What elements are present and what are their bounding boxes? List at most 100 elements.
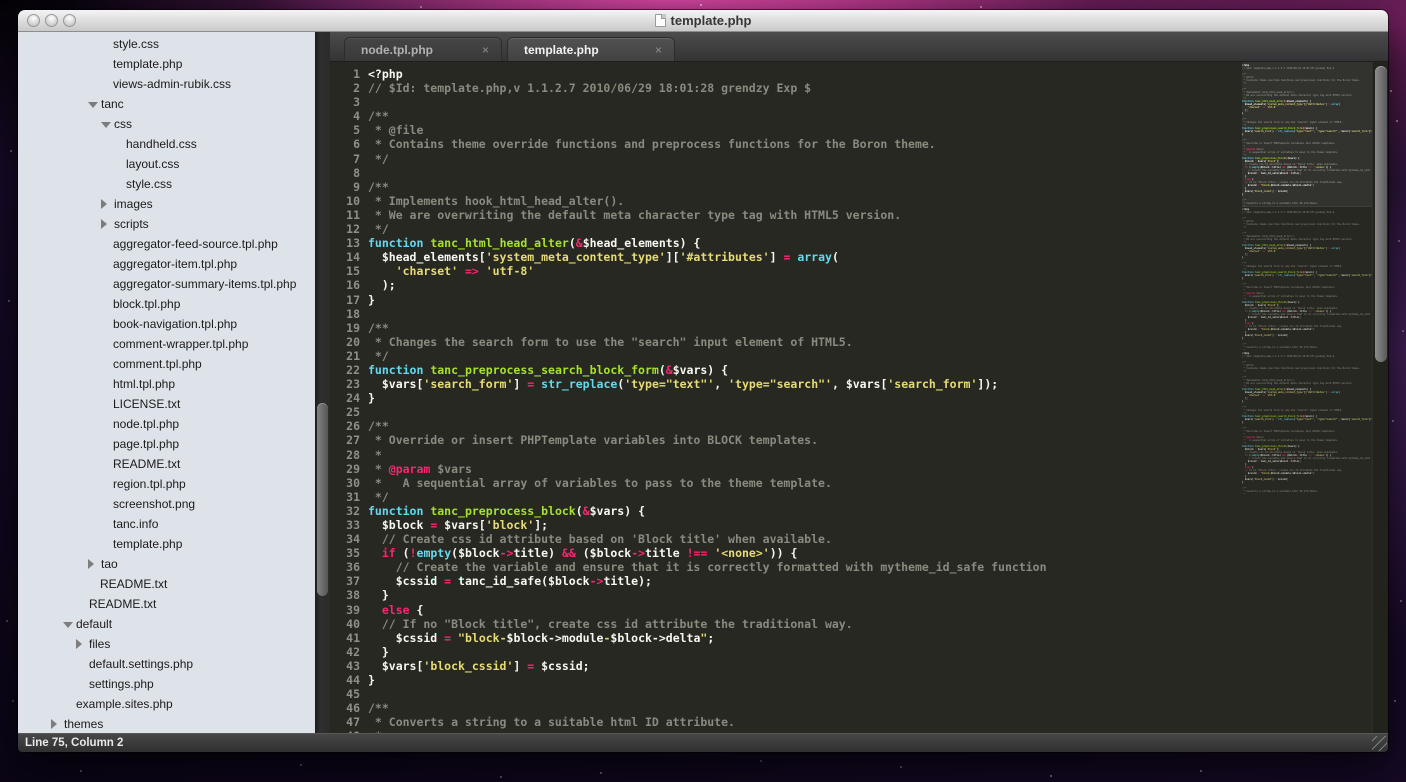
tree-item[interactable]: README.txt <box>18 574 315 594</box>
tree-item[interactable]: template.php <box>18 534 315 554</box>
code-line[interactable]: // If no "Block title", create css id at… <box>368 617 1238 631</box>
tree-item[interactable]: settings.php <box>18 674 315 694</box>
tree-item[interactable]: LICENSE.txt <box>18 394 315 414</box>
tree-item[interactable]: comment-wrapper.tpl.php <box>18 334 315 354</box>
code-line[interactable]: function tanc_preprocess_block(&$vars) { <box>368 504 1238 518</box>
tree-item[interactable]: views-admin-rubik.css <box>18 74 315 94</box>
code-line[interactable] <box>368 166 1238 180</box>
tree-item[interactable]: template.php <box>18 54 315 74</box>
tree-item[interactable]: node.tpl.php <box>18 414 315 434</box>
zoom-window-button[interactable] <box>63 14 76 27</box>
tree-item[interactable]: aggregator-summary-items.tpl.php <box>18 274 315 294</box>
code-line[interactable]: $head_elements['system_meta_content_type… <box>368 250 1238 264</box>
code-line[interactable]: $vars['block_cssid'] = $cssid; <box>368 659 1238 673</box>
code-line[interactable]: * We are overwriting the default meta ch… <box>368 208 1238 222</box>
tree-item[interactable]: handheld.css <box>18 134 315 154</box>
code-line[interactable]: $cssid = tanc_id_safe($block->title); <box>368 574 1238 588</box>
disclosure-triangle-icon[interactable] <box>63 622 73 628</box>
tree-item[interactable]: themes <box>18 714 315 733</box>
resize-grip-icon[interactable] <box>1372 736 1387 751</box>
code-line[interactable]: $vars['search_form'] = str_replace('type… <box>368 377 1238 391</box>
tree-item[interactable]: comment.tpl.php <box>18 354 315 374</box>
disclosure-triangle-icon[interactable] <box>76 639 82 649</box>
tree-item[interactable]: style.css <box>18 34 315 54</box>
code-line[interactable] <box>368 405 1238 419</box>
tree-item[interactable]: aggregator-feed-source.tpl.php <box>18 234 315 254</box>
tree-item[interactable]: block.tpl.php <box>18 294 315 314</box>
code-line[interactable] <box>368 95 1238 109</box>
code-line[interactable]: * @file <box>368 123 1238 137</box>
tree-item[interactable]: default <box>18 614 315 634</box>
minimap[interactable]: <?php// $Id: template.php,v 1.1.2.7 2010… <box>1242 62 1372 733</box>
close-tab-icon[interactable]: × <box>482 43 501 57</box>
tree-item[interactable]: example.sites.php <box>18 694 315 714</box>
close-window-button[interactable] <box>27 14 40 27</box>
tree-item[interactable]: aggregator-item.tpl.php <box>18 254 315 274</box>
disclosure-triangle-icon[interactable] <box>101 219 107 229</box>
code-line[interactable] <box>368 307 1238 321</box>
code-line[interactable]: /** <box>368 419 1238 433</box>
tree-item[interactable]: layout.css <box>18 154 315 174</box>
code-line[interactable]: else { <box>368 603 1238 617</box>
code-editor[interactable]: 1234567891011121314151617181920212223242… <box>330 62 1388 733</box>
tree-item[interactable]: README.txt <box>18 454 315 474</box>
code-line[interactable]: } <box>368 673 1238 687</box>
code-line[interactable]: } <box>368 391 1238 405</box>
code-line[interactable]: * Changes the search form to use the "se… <box>368 335 1238 349</box>
code-line[interactable]: /** <box>368 701 1238 715</box>
sidebar-scrollbar-thumb[interactable] <box>317 403 328 596</box>
code-line[interactable]: function tanc_html_head_alter(&$head_ele… <box>368 236 1238 250</box>
tree-item[interactable]: scripts <box>18 214 315 234</box>
editor-tab[interactable]: node.tpl.php× <box>344 37 502 61</box>
code-line[interactable]: * A sequential array of variables to pas… <box>368 476 1238 490</box>
code-line[interactable]: function tanc_preprocess_search_block_fo… <box>368 363 1238 377</box>
code-line[interactable]: */ <box>368 490 1238 504</box>
code-line[interactable]: /** <box>368 180 1238 194</box>
tree-item[interactable]: README.txt <box>18 594 315 614</box>
code-line[interactable]: * Contains theme override functions and … <box>368 137 1238 151</box>
disclosure-triangle-icon[interactable] <box>101 199 107 209</box>
code-line[interactable]: // $Id: template.php,v 1.1.2.7 2010/06/2… <box>368 81 1238 95</box>
disclosure-triangle-icon[interactable] <box>51 719 57 729</box>
disclosure-triangle-icon[interactable] <box>101 122 111 128</box>
tree-item[interactable]: page.tpl.php <box>18 434 315 454</box>
code-line[interactable]: } <box>368 293 1238 307</box>
code-line[interactable]: // Create css id attribute based on 'Blo… <box>368 532 1238 546</box>
tree-item[interactable]: tao <box>18 554 315 574</box>
tree-item[interactable]: tanc <box>18 94 315 114</box>
minimize-window-button[interactable] <box>45 14 58 27</box>
code-line[interactable]: $cssid = "block-$block->module-$block->d… <box>368 631 1238 645</box>
code-line[interactable]: } <box>368 588 1238 602</box>
disclosure-triangle-icon[interactable] <box>88 559 94 569</box>
tree-item[interactable]: images <box>18 194 315 214</box>
tree-item[interactable]: files <box>18 634 315 654</box>
editor-tab[interactable]: template.php× <box>507 37 675 61</box>
code-line[interactable]: $block = $vars['block']; <box>368 518 1238 532</box>
editor-scrollbar-thumb[interactable] <box>1375 66 1387 362</box>
code-line[interactable]: if (!empty($block->title) && ($block->ti… <box>368 546 1238 560</box>
tree-item[interactable]: style.css <box>18 174 315 194</box>
tree-item[interactable]: html.tpl.php <box>18 374 315 394</box>
tree-item[interactable]: screenshot.png <box>18 494 315 514</box>
code-line[interactable]: /** <box>368 321 1238 335</box>
sidebar-scrollbar[interactable] <box>315 32 330 733</box>
disclosure-triangle-icon[interactable] <box>88 102 98 108</box>
tree-item[interactable]: default.settings.php <box>18 654 315 674</box>
tree-item[interactable]: css <box>18 114 315 134</box>
code-line[interactable]: * @param $vars <box>368 462 1238 476</box>
code-line[interactable]: */ <box>368 152 1238 166</box>
code-line[interactable]: } <box>368 645 1238 659</box>
code-line[interactable] <box>368 687 1238 701</box>
code-line[interactable]: 'charset' => 'utf-8' <box>368 264 1238 278</box>
code-line[interactable]: * Implements hook_html_head_alter(). <box>368 194 1238 208</box>
code-line[interactable]: <?php <box>368 67 1238 81</box>
code-line[interactable]: * Converts a string to a suitable html I… <box>368 715 1238 729</box>
code-line[interactable]: /** <box>368 109 1238 123</box>
code-line[interactable]: * Override or insert PHPTemplate variabl… <box>368 433 1238 447</box>
tree-item[interactable]: book-navigation.tpl.php <box>18 314 315 334</box>
code-line[interactable]: // Create the variable and ensure that i… <box>368 560 1238 574</box>
code-area[interactable]: <?php// $Id: template.php,v 1.1.2.7 2010… <box>368 67 1238 733</box>
code-line[interactable]: */ <box>368 222 1238 236</box>
tree-item[interactable]: region.tpl.php <box>18 474 315 494</box>
code-line[interactable]: ); <box>368 278 1238 292</box>
